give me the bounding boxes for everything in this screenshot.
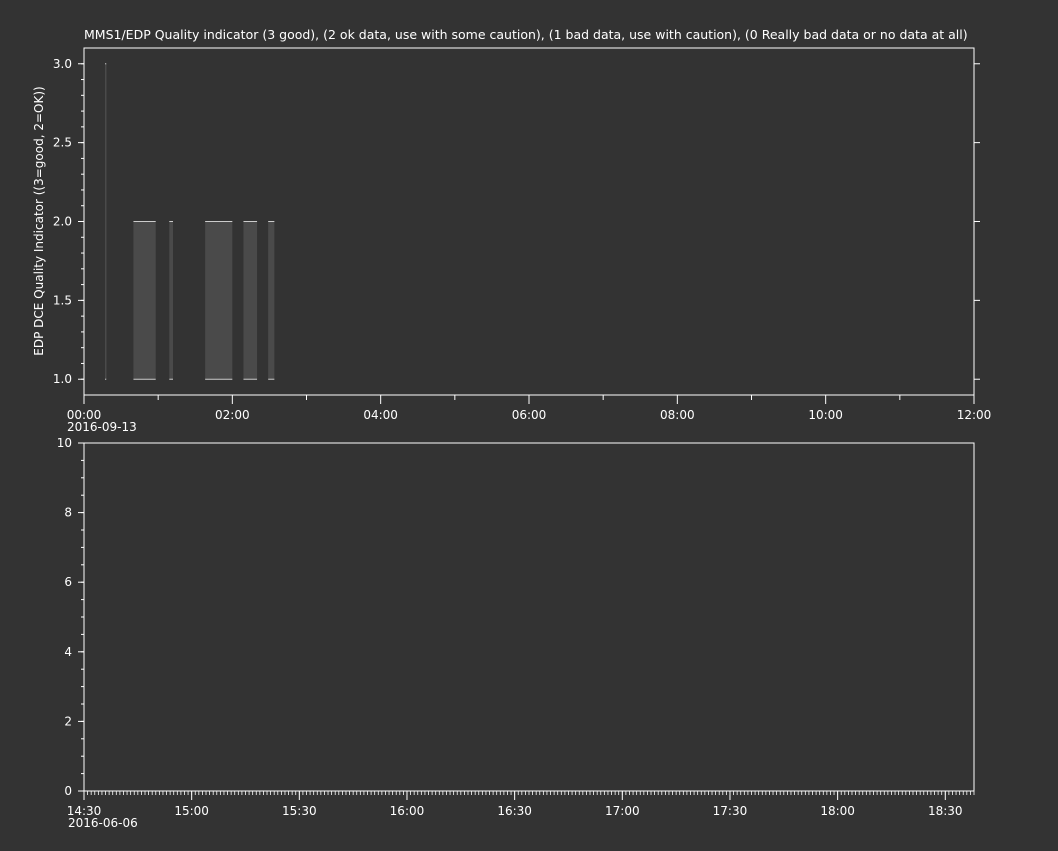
x-tick-label-3: 04:00 <box>363 408 398 422</box>
chart-canvas: MMS1/EDP Quality indicator (3 good), (2 … <box>32 27 991 830</box>
panel-1-data-area <box>105 63 275 380</box>
panel-1: MMS1/EDP Quality indicator (3 good), (2 … <box>32 27 991 434</box>
y-tick-label-3: 2.0 <box>53 215 72 229</box>
x-tick-label-4: 06:00 <box>512 408 547 422</box>
x-tick-label-8: 18:00 <box>820 804 855 818</box>
y-tick-label-2: 1.5 <box>53 293 72 307</box>
y-tick-label-4: 6 <box>64 575 72 589</box>
x-tick-label-2: 02:00 <box>215 408 250 422</box>
data-segment-6 <box>268 221 275 380</box>
data-segment-4 <box>205 221 233 380</box>
y-tick-label-6: 10 <box>57 436 72 450</box>
x-tick-label-5: 08:00 <box>660 408 695 422</box>
y-tick-label-2: 2 <box>64 714 72 728</box>
y-tick-label-4: 2.5 <box>53 136 72 150</box>
panel-1-date-label: 2016-09-13 <box>67 420 137 434</box>
data-segment-5 <box>243 221 258 380</box>
x-tick-label-4: 16:00 <box>390 804 425 818</box>
x-tick-label-7: 17:30 <box>713 804 748 818</box>
y-tick-label-1: 0 <box>64 784 72 798</box>
panel-2-date-label: 2016-06-06 <box>68 816 138 830</box>
y-tick-label-1: 1.0 <box>53 372 72 386</box>
y-tick-label-5: 8 <box>64 506 72 520</box>
x-tick-label-7: 12:00 <box>957 408 992 422</box>
x-tick-label-2: 15:00 <box>174 804 209 818</box>
panel-2-frame <box>83 442 975 792</box>
x-tick-label-6: 10:00 <box>808 408 843 422</box>
x-tick-label-5: 16:30 <box>497 804 532 818</box>
panel-1-title: MMS1/EDP Quality indicator (3 good), (2 … <box>84 27 968 42</box>
data-segment-3 <box>169 221 173 380</box>
y-tick-label-3: 4 <box>64 645 72 659</box>
panel-1-ylabel: EDP DCE Quality Indicator ((3=good, 2=OK… <box>32 86 46 355</box>
data-segment-1 <box>105 63 107 380</box>
x-tick-label-9: 18:30 <box>928 804 963 818</box>
panel-2-x-axis: 14:30 15:00 15:30 16:00 16:30 17:00 17:30 18:00… <box>67 791 975 818</box>
x-tick-label-3: 15:30 <box>282 804 317 818</box>
panel-1-y-axis: 1.0 1.5 2.0 2.5 3.0 <box>53 57 980 386</box>
panel-1-x-axis: 00:00 02:00 04:00 06:00 08:00 10:00 12:00 <box>67 395 992 422</box>
y-tick-label-5: 3.0 <box>53 57 72 71</box>
panel-2-y-axis: 0 2 4 6 8 10 <box>57 436 84 798</box>
x-tick-label-6: 17:00 <box>605 804 640 818</box>
data-segment-2 <box>133 221 156 380</box>
panel-2: 0246810 14:30 15:00 15:30 16:00 16:30 17:00 17… <box>57 436 975 830</box>
